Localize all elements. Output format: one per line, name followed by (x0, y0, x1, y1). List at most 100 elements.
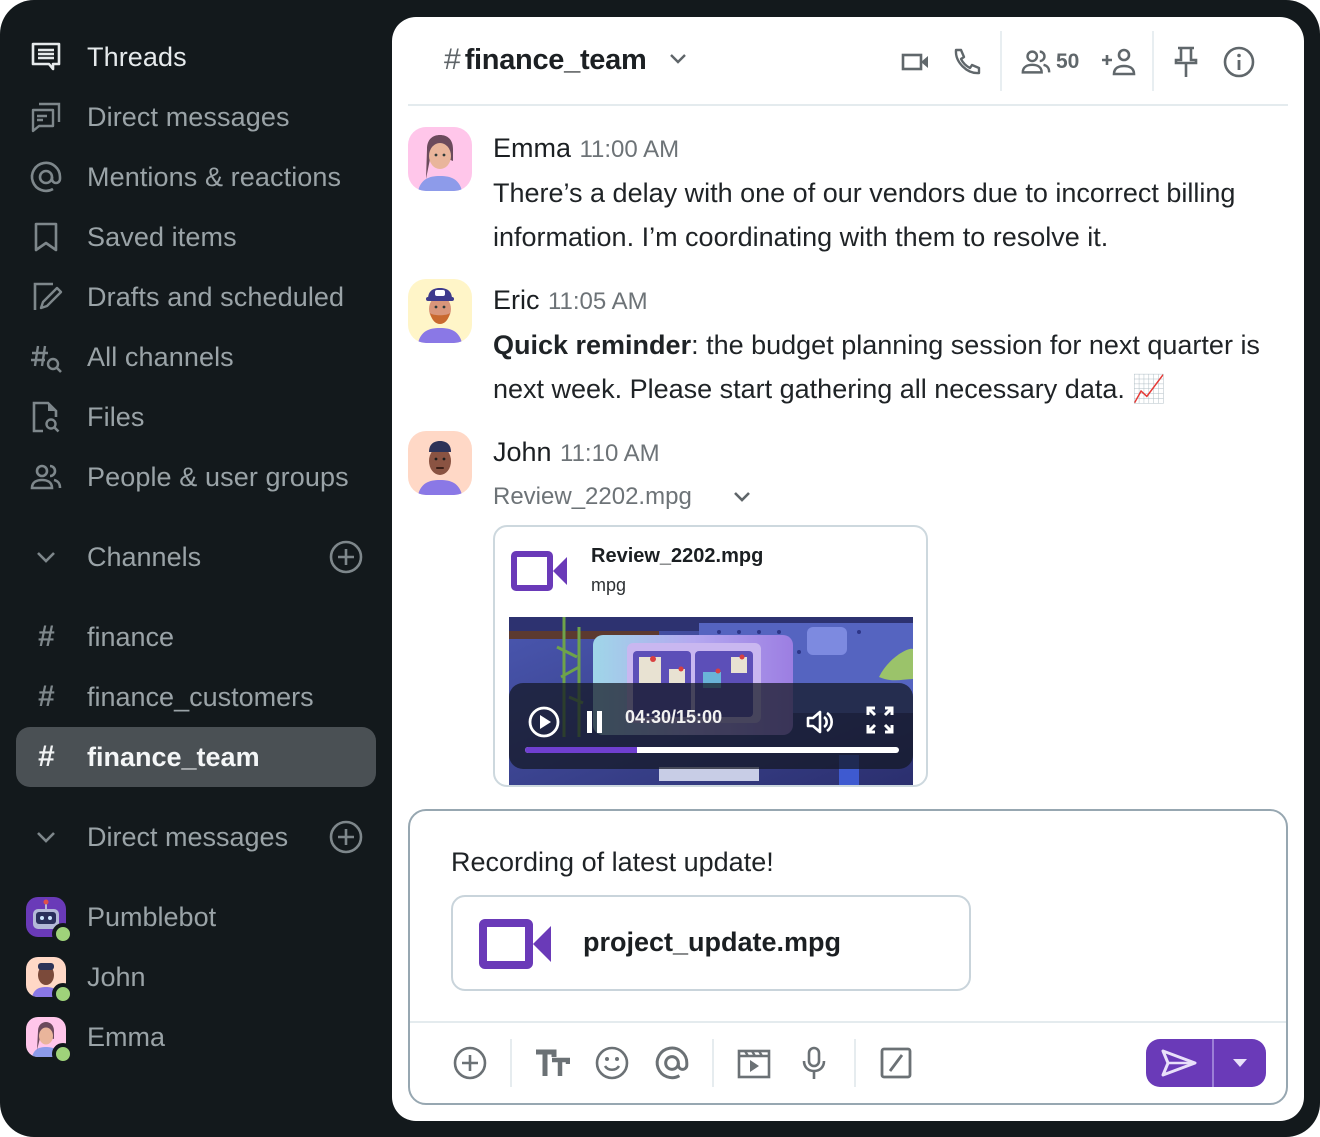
add-channel-icon[interactable] (328, 539, 364, 575)
add-member-button[interactable] (1100, 43, 1138, 81)
chevron-down-icon[interactable] (28, 550, 64, 564)
sidebar-item-all-channels[interactable]: All channels (16, 327, 376, 387)
chevron-down-icon[interactable] (28, 830, 64, 844)
sidebar-item-mentions[interactable]: Mentions & reactions (16, 147, 376, 207)
avatar (26, 897, 74, 945)
toolbar-divider (854, 1039, 856, 1087)
channel-name: finance_customers (87, 681, 314, 712)
video-camera-icon (901, 53, 928, 71)
chevron-down-icon[interactable] (668, 51, 688, 70)
microphone-icon (802, 1046, 826, 1079)
video-call-button[interactable] (900, 43, 932, 81)
record-audio-button[interactable] (794, 1043, 834, 1083)
attachment-toggle[interactable]: Review_2202.mpg (493, 483, 752, 511)
members-icon (1021, 50, 1051, 74)
dm-item-emma[interactable]: Emma (16, 1007, 376, 1067)
sidebar-item-direct-messages[interactable]: Direct messages (16, 87, 376, 147)
sidebar-item-people[interactable]: People & user groups (16, 447, 376, 507)
channel-info-button[interactable] (1222, 43, 1256, 81)
video-player[interactable]: 04:30/15:00 (509, 617, 913, 785)
info-icon (1223, 46, 1255, 78)
dm-name: Pumblebot (87, 901, 217, 932)
channels-section-header[interactable]: Channels (16, 527, 376, 587)
text-format-icon (536, 1049, 570, 1076)
video-time: 04:30/15:00 (625, 707, 723, 727)
online-status-icon (52, 923, 74, 945)
channel-title: finance_team (464, 43, 647, 76)
pin-icon (1174, 46, 1198, 77)
avatar[interactable] (408, 431, 472, 495)
message-bold-text: Quick reminder (493, 330, 692, 360)
people-icon (28, 459, 64, 495)
add-person-icon (1102, 48, 1136, 76)
message-author[interactable]: John (493, 437, 552, 467)
send-options-button[interactable] (1214, 1039, 1266, 1087)
pinned-button[interactable] (1172, 43, 1200, 81)
composer-divider (410, 1021, 1286, 1023)
message-timestamp: 11:10 AM (560, 440, 660, 467)
sidebar-item-label: Mentions & reactions (87, 161, 342, 192)
threads-icon (28, 39, 64, 75)
channel-item-finance[interactable]: # finance (16, 607, 376, 667)
video-progress-track[interactable] (525, 747, 899, 753)
channel-item-finance-customers[interactable]: # finance_customers (16, 667, 376, 727)
member-count: 50 (1056, 50, 1080, 73)
volume-button[interactable] (805, 707, 835, 742)
dm-item-pumblebot[interactable]: Pumblebot (16, 887, 376, 947)
hash-icon: # (444, 43, 461, 76)
smiley-icon (595, 1046, 629, 1080)
text-format-button[interactable] (532, 1043, 572, 1083)
channels-section-label: Channels (87, 541, 202, 572)
avatar[interactable] (408, 279, 472, 343)
play-circle-icon (528, 706, 560, 738)
video-progress-fill (525, 747, 638, 753)
voice-call-button[interactable] (950, 43, 982, 81)
file-search-icon (28, 399, 64, 435)
dm-item-john[interactable]: John (16, 947, 376, 1007)
members-button[interactable]: 50 (1020, 43, 1079, 81)
sidebar-item-label: Saved items (87, 221, 237, 252)
emoji-button[interactable] (592, 1043, 632, 1083)
sidebar-item-label: All channels (87, 341, 234, 372)
sidebar-item-threads[interactable]: Threads (16, 27, 376, 87)
sidebar-item-drafts[interactable]: Drafts and scheduled (16, 267, 376, 327)
add-attachment-button[interactable] (450, 1043, 490, 1083)
fullscreen-icon (866, 706, 894, 734)
sidebar-item-files[interactable]: Files (16, 387, 376, 447)
phone-icon (954, 48, 981, 75)
composer-attachment[interactable]: project_update.mpg (451, 895, 971, 991)
send-button-group (1146, 1039, 1266, 1087)
chevron-down-icon[interactable] (732, 483, 752, 511)
avatar (26, 1017, 74, 1065)
send-button[interactable] (1146, 1039, 1212, 1087)
avatar[interactable] (408, 127, 472, 191)
dm-section-label: Direct messages (87, 821, 289, 852)
video-file-icon (511, 551, 569, 596)
channel-search-icon (28, 339, 64, 375)
record-video-button[interactable] (734, 1043, 774, 1083)
message-author[interactable]: Eric (493, 285, 540, 315)
message-text: There’s a delay with one of our vendors … (493, 178, 1236, 252)
channel-title-button[interactable]: # finance_team (444, 43, 688, 77)
composer-input[interactable]: Recording of latest update! (451, 847, 774, 878)
fullscreen-button[interactable] (865, 705, 895, 740)
sidebar-item-label: Files (87, 401, 145, 432)
mention-button[interactable] (652, 1043, 692, 1083)
sidebar-item-label: Direct messages (87, 101, 290, 132)
sidebar-item-saved[interactable]: Saved items (16, 207, 376, 267)
message-composer[interactable]: Recording of latest update! project_upda… (408, 809, 1288, 1105)
dm-section-header[interactable]: Direct messages (16, 807, 376, 867)
slash-command-button[interactable] (876, 1043, 916, 1083)
video-attachment-card[interactable]: Review_2202.mpg mpg 04:30/15:00 (493, 525, 928, 787)
channel-name: finance_team (87, 741, 260, 772)
message-timestamp: 11:05 AM (547, 288, 648, 315)
video-clip-icon (737, 1049, 771, 1079)
hash-icon: # (37, 680, 55, 713)
pause-button[interactable] (585, 709, 605, 740)
add-dm-icon[interactable] (328, 819, 364, 855)
header-divider (1152, 31, 1154, 91)
message-author[interactable]: Emma (493, 133, 571, 163)
pause-icon (587, 711, 602, 733)
play-button[interactable] (527, 705, 561, 744)
channel-item-finance-team[interactable]: # finance_team (16, 727, 376, 787)
